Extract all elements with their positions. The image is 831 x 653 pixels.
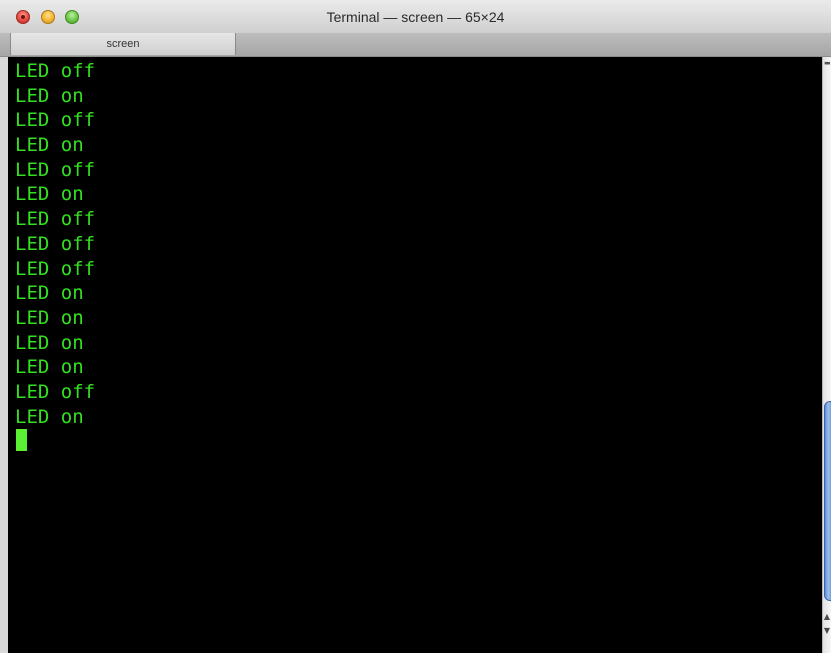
title-bar[interactable]: Terminal — screen — 65×24 bbox=[0, 0, 831, 34]
scrollbar-thumb[interactable] bbox=[824, 401, 831, 601]
output-line: LED off bbox=[15, 158, 96, 181]
output-line: LED on bbox=[15, 134, 84, 157]
output-line: LED on bbox=[15, 331, 84, 354]
vertical-scrollbar[interactable]: ▬ ▲ ▼ bbox=[822, 57, 831, 653]
terminal-window: Terminal — screen — 65×24 screen LED off… bbox=[0, 0, 831, 653]
chevron-down-icon[interactable]: ▼ bbox=[823, 624, 831, 638]
output-line: LED off bbox=[15, 109, 96, 132]
output-line: LED on bbox=[15, 405, 84, 428]
output-line: LED off bbox=[15, 208, 96, 231]
output-line: LED on bbox=[15, 306, 84, 329]
tab-screen[interactable]: screen bbox=[10, 33, 236, 55]
output-line: LED on bbox=[15, 84, 84, 107]
window-title: Terminal — screen — 65×24 bbox=[326, 9, 505, 25]
output-line: LED on bbox=[15, 282, 84, 305]
tab-label: screen bbox=[106, 38, 140, 50]
output-line: LED off bbox=[15, 380, 96, 403]
text-cursor bbox=[16, 429, 27, 451]
output-line: LED off bbox=[15, 257, 96, 280]
chevron-up-icon[interactable]: ▲ bbox=[823, 610, 831, 624]
output-line: LED on bbox=[15, 183, 84, 206]
output-line: LED off bbox=[15, 60, 96, 82]
tab-bar: screen bbox=[0, 33, 831, 57]
output-lines: LED off LED on LED off LED on LED off LE… bbox=[15, 59, 95, 429]
scrollbar-split-icon: ▬ bbox=[824, 59, 831, 67]
output-line: LED on bbox=[15, 356, 84, 379]
output-line: LED off bbox=[15, 232, 96, 255]
terminal-output[interactable]: LED off LED on LED off LED on LED off LE… bbox=[8, 57, 822, 653]
